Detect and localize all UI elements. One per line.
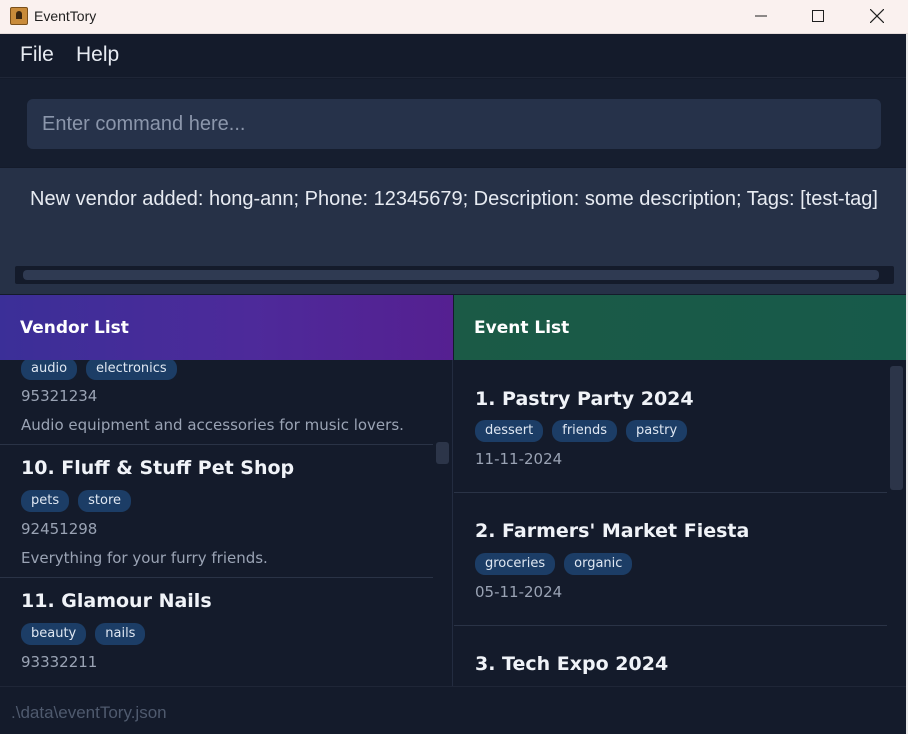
event-card[interactable]: 1. Pastry Party 2024 dessert friends pas… [454, 360, 887, 493]
event-list-header: Event List [454, 295, 906, 360]
command-input[interactable] [27, 99, 881, 149]
vendor-phone: 92451298 [21, 520, 98, 538]
tag: audio [21, 360, 78, 380]
tag-group: pets store [21, 490, 132, 512]
vendor-description: Everything for your furry friends. [21, 549, 268, 567]
window-title: EventTory [34, 8, 97, 24]
vendor-list[interactable]: audio electronics 95321234 Audio equipme… [0, 360, 453, 686]
vendor-name: 11. Glamour Nails [21, 590, 212, 612]
vendor-phone: 93332211 [21, 653, 98, 671]
save-file-path: .\data\eventTory.json [11, 703, 167, 722]
vendor-phone: 95321234 [21, 387, 98, 405]
menu-help[interactable]: Help [76, 43, 119, 67]
result-message: New vendor added: hong-ann; Phone: 12345… [30, 188, 878, 210]
event-date: 05-11-2024 [475, 583, 563, 601]
minimize-icon [755, 15, 767, 17]
maximize-button[interactable] [789, 0, 847, 32]
tag: beauty [21, 623, 87, 645]
vendor-card[interactable]: 10. Fluff & Stuff Pet Shop pets store 92… [0, 445, 433, 578]
event-list-title: Event List [474, 318, 570, 338]
title-bar: EventTory [0, 0, 908, 34]
vendor-list-title: Vendor List [20, 318, 129, 338]
tag-group: audio electronics [21, 360, 177, 380]
result-horizontal-scrollbar[interactable] [15, 266, 894, 284]
close-button[interactable] [848, 0, 906, 32]
command-box-area [0, 79, 906, 167]
tag: dessert [475, 420, 544, 442]
tag-group: beauty nails [21, 623, 146, 645]
tag: nails [95, 623, 146, 645]
event-name: 3. Tech Expo 2024 [475, 653, 669, 675]
event-name: 2. Farmers' Market Fiesta [475, 520, 750, 542]
event-card[interactable]: 2. Farmers' Market Fiesta groceries orga… [454, 493, 887, 626]
vendor-card[interactable]: 11. Glamour Nails beauty nails 93332211 [0, 578, 433, 686]
tag-group: groceries organic [475, 553, 633, 575]
scrollbar-thumb[interactable] [23, 270, 879, 280]
close-icon [870, 9, 884, 23]
tag: store [78, 490, 132, 512]
minimize-button[interactable] [732, 0, 790, 32]
tag-group: dessert friends pastry [475, 420, 688, 442]
tag: pastry [626, 420, 688, 442]
event-card[interactable]: 3. Tech Expo 2024 [454, 626, 887, 686]
app-icon [10, 7, 28, 25]
event-date: 11-11-2024 [475, 450, 563, 468]
vendor-description: Audio equipment and accessories for musi… [21, 416, 404, 434]
tag: electronics [86, 360, 177, 380]
result-display: New vendor added: hong-ann; Phone: 12345… [0, 168, 906, 294]
event-scrollbar-thumb[interactable] [890, 366, 903, 490]
menu-bar: File Help [0, 34, 908, 78]
status-bar: .\data\eventTory.json [0, 686, 906, 734]
maximize-icon [812, 10, 824, 22]
vendor-name: 10. Fluff & Stuff Pet Shop [21, 457, 295, 479]
vendor-card[interactable]: audio electronics 95321234 Audio equipme… [0, 360, 433, 445]
tag: friends [552, 420, 618, 442]
tag: pets [21, 490, 70, 512]
event-name: 1. Pastry Party 2024 [475, 388, 694, 410]
menu-file[interactable]: File [20, 43, 54, 67]
vendor-list-header: Vendor List [0, 295, 453, 360]
vendor-scrollbar-thumb[interactable] [436, 442, 449, 464]
tag: organic [564, 553, 633, 575]
event-list[interactable]: 1. Pastry Party 2024 dessert friends pas… [454, 360, 906, 686]
tag: groceries [475, 553, 556, 575]
